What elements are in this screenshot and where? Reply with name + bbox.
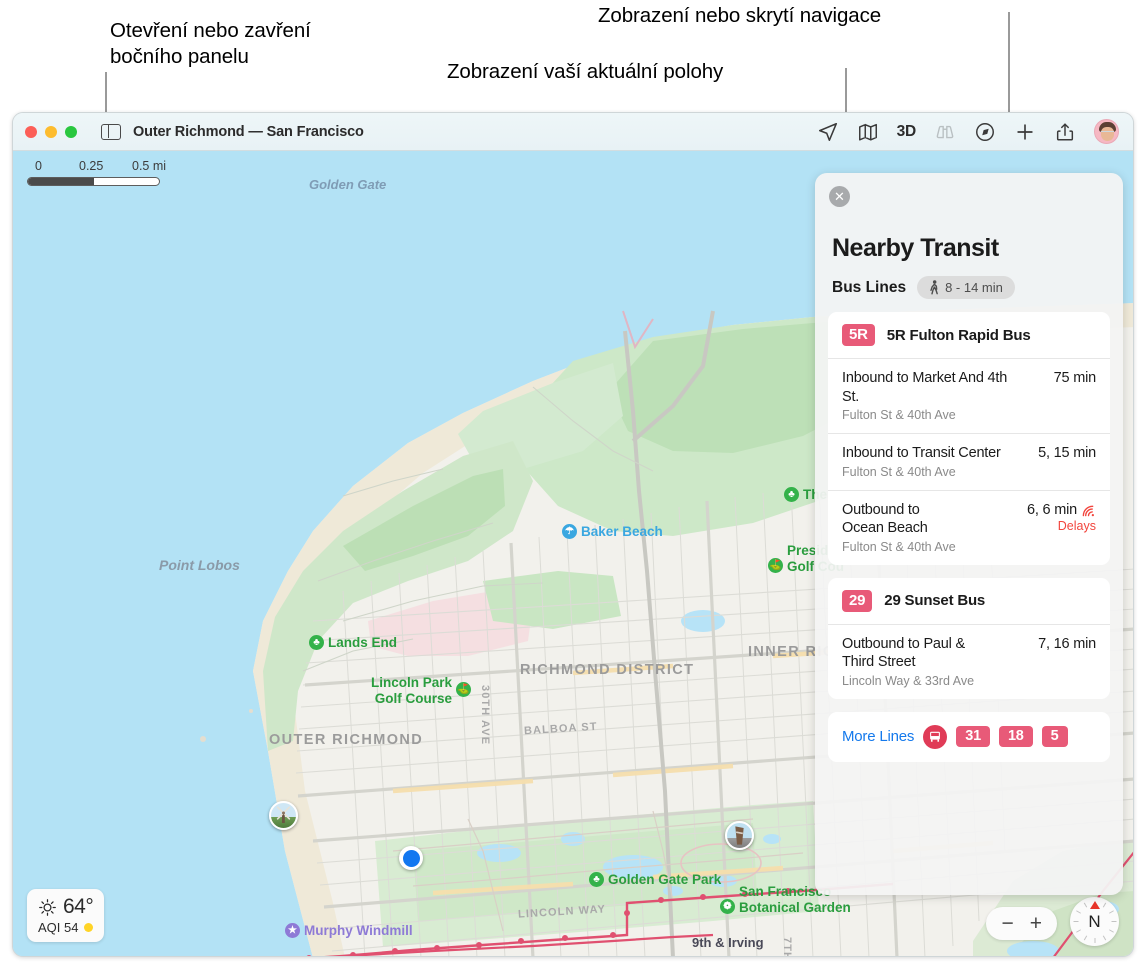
line-badge: 29 xyxy=(842,589,873,612)
scale-tick-2: 0.5 mi xyxy=(132,159,167,173)
zoom-window-button[interactable] xyxy=(65,125,77,138)
windmill-icon xyxy=(276,806,291,823)
bus-lines-label: Bus Lines xyxy=(832,278,907,296)
map-pin-tower-photo[interactable] xyxy=(725,821,754,850)
departure-eta: 7, 16 min xyxy=(1038,635,1096,652)
map-fold-icon[interactable] xyxy=(857,121,879,143)
compass-needle-icon xyxy=(1089,901,1100,909)
line-name: 5R Fulton Rapid Bus xyxy=(886,326,1031,344)
bus-circle-icon xyxy=(923,724,948,749)
departure-eta: 6, 6 min xyxy=(1027,501,1077,518)
minimize-window-button[interactable] xyxy=(45,125,57,138)
walk-time-text: 8 - 14 min xyxy=(945,280,1003,295)
maps-window: Outer Richmond — San Francisco 3D 0 0.25… xyxy=(12,112,1134,957)
map-pin-windmill-photo[interactable] xyxy=(269,801,298,830)
line-header[interactable]: 5R 5R Fulton Rapid Bus xyxy=(828,312,1110,358)
line-name: 29 Sunset Bus xyxy=(884,592,986,610)
transit-line-card: 29 29 Sunset Bus Outbound to Paul & Thir… xyxy=(828,577,1110,699)
zoom-controls: − + xyxy=(986,907,1057,940)
scale-tick-0: 0 xyxy=(35,159,42,173)
more-lines-card[interactable]: More Lines 31 18 5 xyxy=(828,711,1110,762)
tower-icon xyxy=(735,826,744,845)
departure-eta: 75 min xyxy=(1053,370,1097,386)
departure-stop: Fulton St & 40th Ave xyxy=(842,539,956,554)
navigation-compass-icon[interactable] xyxy=(974,121,996,143)
plus-icon[interactable] xyxy=(1014,121,1036,143)
line-header[interactable]: 29 29 Sunset Bus xyxy=(828,578,1110,624)
window-titlebar: Outer Richmond — San Francisco 3D xyxy=(13,113,1133,151)
departure-row[interactable]: Outbound to Ocean Beach Fulton St & 40th… xyxy=(828,489,1110,565)
departure-stop: Lincoln Way & 33rd Ave xyxy=(842,673,975,688)
more-lines-link[interactable]: More Lines xyxy=(842,728,914,745)
share-icon[interactable] xyxy=(1054,121,1076,143)
callout-location-leader xyxy=(845,68,847,115)
departure-row[interactable]: Inbound to Market And 4th St. Fulton St … xyxy=(828,358,1110,433)
tab-3d[interactable]: 3D xyxy=(897,123,917,141)
map-scale-bar: 0 0.25 0.5 mi xyxy=(27,159,177,186)
more-line-badge[interactable]: 31 xyxy=(956,726,990,748)
aqi-status-dot xyxy=(84,923,94,932)
departure-row[interactable]: Inbound to Transit Center Fulton St & 40… xyxy=(828,433,1110,490)
callout-navigation-leader xyxy=(1008,12,1010,116)
scale-tick-1: 0.25 xyxy=(79,159,104,173)
transit-line-card: 5R 5R Fulton Rapid Bus Inbound to Market… xyxy=(828,312,1110,565)
location-arrow-icon[interactable] xyxy=(817,121,839,143)
bus-glyph xyxy=(930,731,941,742)
departure-alert: Delays xyxy=(1057,518,1096,533)
departure-destination: Outbound to Paul & Third Street xyxy=(842,635,965,671)
panel-title: Nearby Transit xyxy=(832,234,999,262)
walking-person-icon xyxy=(930,280,938,295)
compass-control[interactable]: N xyxy=(1070,897,1119,946)
weather-temperature: 64° xyxy=(63,895,94,918)
callout-sidebar: Otevření nebo zavření bočního panelu xyxy=(110,19,311,69)
sun-icon xyxy=(39,898,56,916)
departure-eta: 5, 15 min xyxy=(1038,445,1096,462)
delay-signal-icon xyxy=(1082,505,1094,516)
line-badge: 5R xyxy=(842,324,875,346)
weather-aqi: AQI 54 xyxy=(38,920,79,935)
departure-destination: Inbound to Transit Center xyxy=(842,445,1001,462)
close-icon[interactable]: ✕ xyxy=(829,186,850,207)
more-line-badge[interactable]: 5 xyxy=(1041,726,1068,748)
zoom-out-button[interactable]: − xyxy=(1001,913,1013,934)
callout-sidebar-leader xyxy=(105,72,107,114)
sidebar-toggle-icon[interactable] xyxy=(101,123,121,140)
weather-widget[interactable]: 64° AQI 54 xyxy=(27,889,105,942)
more-line-badge[interactable]: 18 xyxy=(998,726,1033,748)
page-title: Outer Richmond — San Francisco xyxy=(133,123,364,140)
binoculars-icon[interactable] xyxy=(934,121,956,143)
nearby-transit-panel: ✕ Nearby Transit Bus Lines 8 - 14 min 5R… xyxy=(815,173,1123,895)
callout-location: Zobrazení vaší aktuální polohy xyxy=(447,60,724,83)
bus-lines-header: Bus Lines 8 - 14 min xyxy=(832,276,1123,299)
map-canvas[interactable]: 0 0.25 0.5 mi Golden Gate Point Lobos RI… xyxy=(13,151,1133,956)
departure-stop: Fulton St & 40th Ave xyxy=(842,408,956,423)
departure-stop: Fulton St & 40th Ave xyxy=(842,464,956,479)
zoom-in-button[interactable]: + xyxy=(1030,913,1042,934)
walk-time-pill[interactable]: 8 - 14 min xyxy=(917,276,1015,299)
departure-row[interactable]: Outbound to Paul & Third Street Lincoln … xyxy=(828,623,1110,699)
compass-north-label: N xyxy=(1088,911,1101,931)
departure-destination: Outbound to Ocean Beach xyxy=(842,501,928,537)
callout-navigation: Zobrazení nebo skrytí navigace xyxy=(598,4,882,27)
departure-destination: Inbound to Market And 4th St. xyxy=(842,370,1008,405)
avatar[interactable] xyxy=(1094,119,1119,144)
user-location-dot xyxy=(399,846,423,870)
toolbar: 3D xyxy=(817,119,1121,144)
close-window-button[interactable] xyxy=(25,125,37,138)
